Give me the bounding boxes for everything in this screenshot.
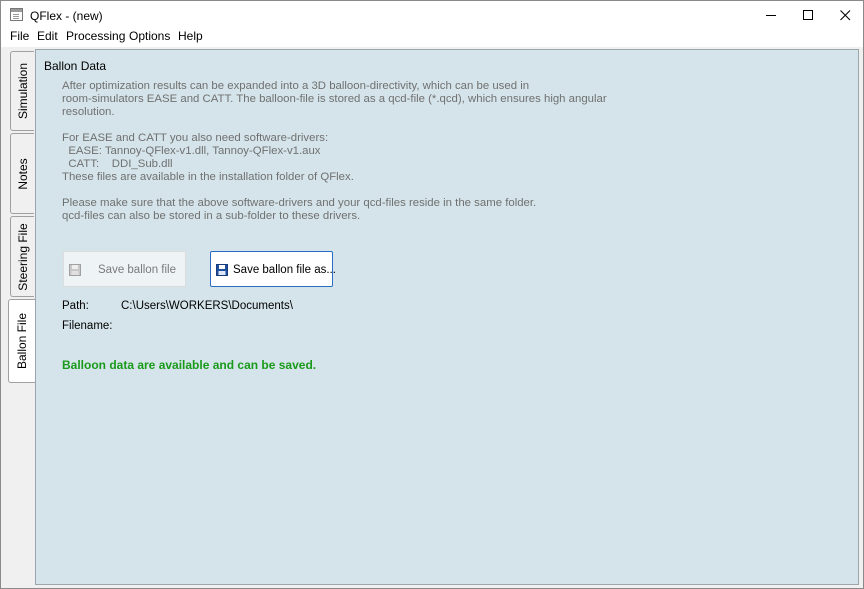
path-label: Path: [62, 300, 89, 312]
tab-notes-label: Notes [15, 157, 30, 190]
app-icon [10, 8, 23, 21]
filename-label: Filename: [62, 320, 113, 332]
minimize-button[interactable] [753, 1, 790, 29]
menu-help[interactable]: Help [178, 29, 203, 47]
description-line: resolution. [62, 106, 115, 118]
close-icon [840, 10, 851, 21]
tab-ballon-file[interactable]: Ballon File [8, 299, 35, 383]
tab-notes[interactable]: Notes [10, 133, 34, 214]
menu-edit[interactable]: Edit [37, 29, 58, 47]
minimize-icon [766, 15, 776, 16]
tab-steering-file[interactable]: Steering File [10, 216, 34, 297]
tab-steering-file-label: Steering File [15, 222, 30, 291]
path-value: C:\Users\WORKERS\Documents\ [121, 300, 293, 312]
status-message: Balloon data are available and can be sa… [62, 358, 317, 372]
tab-simulation-label: Simulation [15, 62, 30, 120]
save-ballon-file-button[interactable]: Save ballon file [63, 251, 186, 287]
description-line: After optimization results can be expand… [62, 80, 530, 92]
description-line: CATT: DDI_Sub.dll [62, 158, 173, 170]
description-line: Please make sure that the above software… [62, 197, 537, 209]
floppy-disk-icon [216, 264, 228, 276]
floppy-disk-icon [69, 264, 81, 276]
description-line: room-simulators EASE and CATT. The ballo… [62, 93, 607, 105]
save-ballon-file-as-button[interactable]: Save ballon file as... [210, 251, 336, 287]
maximize-icon [803, 10, 813, 20]
menu-bar: File Edit Processing Options Help [1, 29, 863, 48]
window-title: QFlex - (new) [30, 9, 103, 23]
description-line: EASE: Tannoy-QFlex-v1.dll, Tannoy-QFlex-… [62, 145, 321, 157]
close-button[interactable] [827, 1, 863, 29]
client-area: Simulation Notes Steering File Ballon Fi… [1, 47, 863, 588]
panel-title: Ballon Data [44, 59, 107, 73]
ballon-file-panel: Ballon Data After optimization results c… [35, 49, 859, 585]
description-line: qcd-files can also be stored in a sub-fo… [62, 210, 361, 222]
save-ballon-file-label: Save ballon file [98, 264, 176, 276]
title-bar[interactable]: QFlex - (new) [1, 1, 863, 29]
tab-ballon-file-label: Ballon File [15, 312, 29, 370]
app-window: QFlex - (new) File Edit Processing Optio… [0, 0, 864, 589]
description-line: For EASE and CATT you also need software… [62, 132, 329, 144]
menu-options[interactable]: Options [129, 29, 170, 47]
save-ballon-file-as-label: Save ballon file as... [233, 264, 336, 276]
menu-file[interactable]: File [10, 29, 29, 47]
tab-simulation[interactable]: Simulation [10, 51, 34, 131]
description-line: These files are available in the install… [62, 171, 354, 183]
menu-processing[interactable]: Processing [66, 29, 125, 47]
maximize-button[interactable] [790, 1, 827, 29]
